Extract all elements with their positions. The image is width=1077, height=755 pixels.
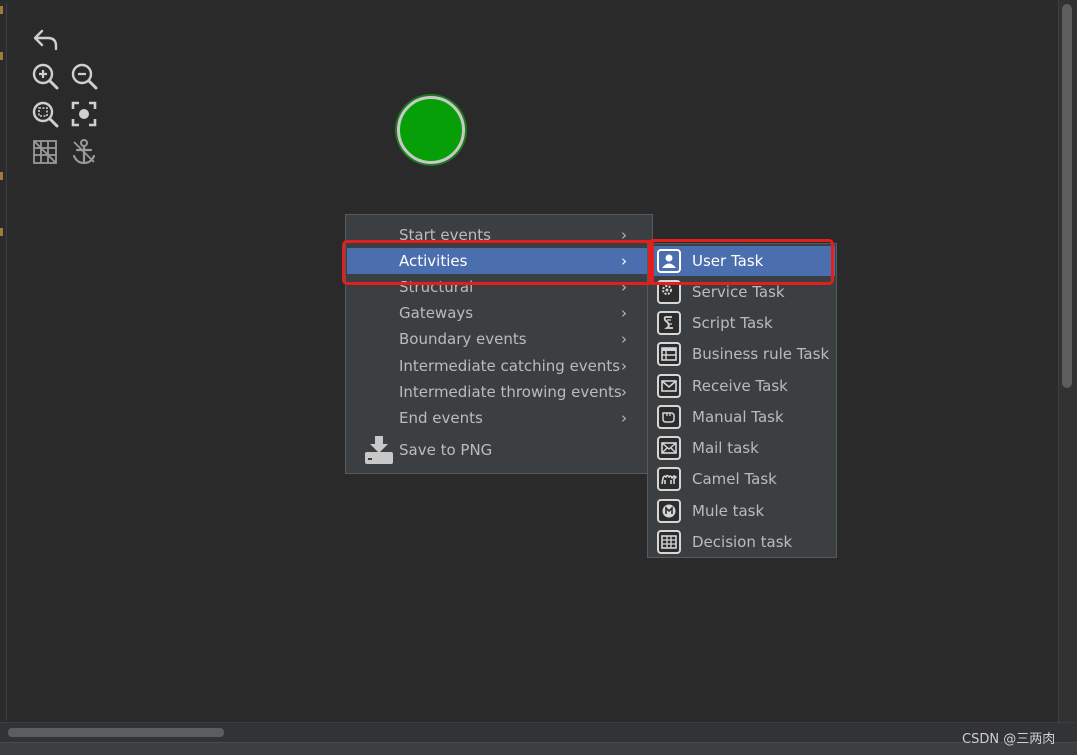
- editor-frame: Start events › Activities › Structural ›…: [0, 0, 1077, 755]
- undo-icon[interactable]: [30, 24, 60, 54]
- submenu-item-business-rule-task[interactable]: Business rule Task: [649, 339, 835, 369]
- submenu-item-label: Mail task: [692, 439, 759, 457]
- submenu-item-receive-task[interactable]: Receive Task: [649, 371, 835, 401]
- grid-table-icon: [657, 530, 681, 554]
- submenu-item-label: Manual Task: [692, 408, 784, 426]
- envelope-icon: [657, 374, 681, 398]
- highlight-activities: [342, 240, 654, 285]
- camel-icon: [657, 467, 681, 491]
- menu-item-save-to-png[interactable]: Save to PNG: [347, 434, 651, 466]
- left-edge-markers: [0, 0, 5, 240]
- start-event-node[interactable]: [397, 96, 465, 164]
- menu-item-label: Intermediate catching events: [399, 357, 621, 375]
- chevron-right-icon: ›: [621, 330, 627, 348]
- submenu-item-mail-task[interactable]: Mail task: [649, 433, 835, 463]
- watermark: CSDN @三两肉: [962, 732, 1056, 747]
- script-icon: [657, 311, 681, 335]
- menu-item-gateways[interactable]: Gateways ›: [347, 300, 651, 326]
- horizontal-scrollbar-thumb[interactable]: [8, 728, 224, 737]
- zoom-fit-icon[interactable]: [30, 99, 60, 129]
- menu-item-label: Save to PNG: [399, 441, 493, 459]
- mule-icon: [657, 499, 681, 523]
- chevron-right-icon: ›: [621, 304, 627, 322]
- menu-item-end-events[interactable]: End events ›: [347, 405, 651, 431]
- submenu-item-label: Business rule Task: [692, 345, 830, 363]
- menu-item-boundary-events[interactable]: Boundary events ›: [347, 326, 651, 352]
- menu-item-label: Gateways: [399, 304, 474, 322]
- table-icon: [657, 342, 681, 366]
- anchor-icon[interactable]: [69, 137, 99, 167]
- grid-icon[interactable]: [30, 137, 60, 167]
- submenu-item-label: Script Task: [692, 314, 773, 332]
- submenu-item-manual-task[interactable]: Manual Task: [649, 402, 835, 432]
- chevron-right-icon: ›: [621, 409, 627, 427]
- menu-item-label: End events: [399, 409, 483, 427]
- hand-icon: [657, 405, 681, 429]
- menu-item-label: Boundary events: [399, 330, 527, 348]
- submenu-item-label: Receive Task: [692, 377, 788, 395]
- vertical-scrollbar-thumb[interactable]: [1062, 4, 1072, 388]
- submenu-item-camel-task[interactable]: Camel Task: [649, 464, 835, 494]
- menu-item-label: Intermediate throwing events: [399, 383, 622, 401]
- highlight-user-task: [648, 239, 834, 285]
- menu-item-intermediate-throwing-events[interactable]: Intermediate throwing events ›: [347, 379, 651, 405]
- chevron-right-icon: ›: [621, 357, 627, 375]
- menu-item-intermediate-catching-events[interactable]: Intermediate catching events ›: [347, 353, 651, 379]
- download-drive-icon: [363, 434, 395, 466]
- submenu-item-script-task[interactable]: Script Task: [649, 308, 835, 338]
- submenu-item-mule-task[interactable]: Mule task: [649, 496, 835, 526]
- activities-submenu: User Task Service Task Script Task Busin…: [647, 243, 837, 558]
- submenu-item-label: Decision task: [692, 533, 793, 551]
- chevron-right-icon: ›: [621, 383, 627, 401]
- zoom-out-icon[interactable]: [69, 61, 99, 91]
- submenu-item-label: Mule task: [692, 502, 765, 520]
- status-strip: [0, 742, 1077, 755]
- center-focus-icon[interactable]: [69, 99, 99, 129]
- submenu-item-label: Camel Task: [692, 470, 777, 488]
- submenu-item-decision-task[interactable]: Decision task: [649, 527, 835, 557]
- mail-icon: [657, 436, 681, 460]
- zoom-in-icon[interactable]: [30, 61, 60, 91]
